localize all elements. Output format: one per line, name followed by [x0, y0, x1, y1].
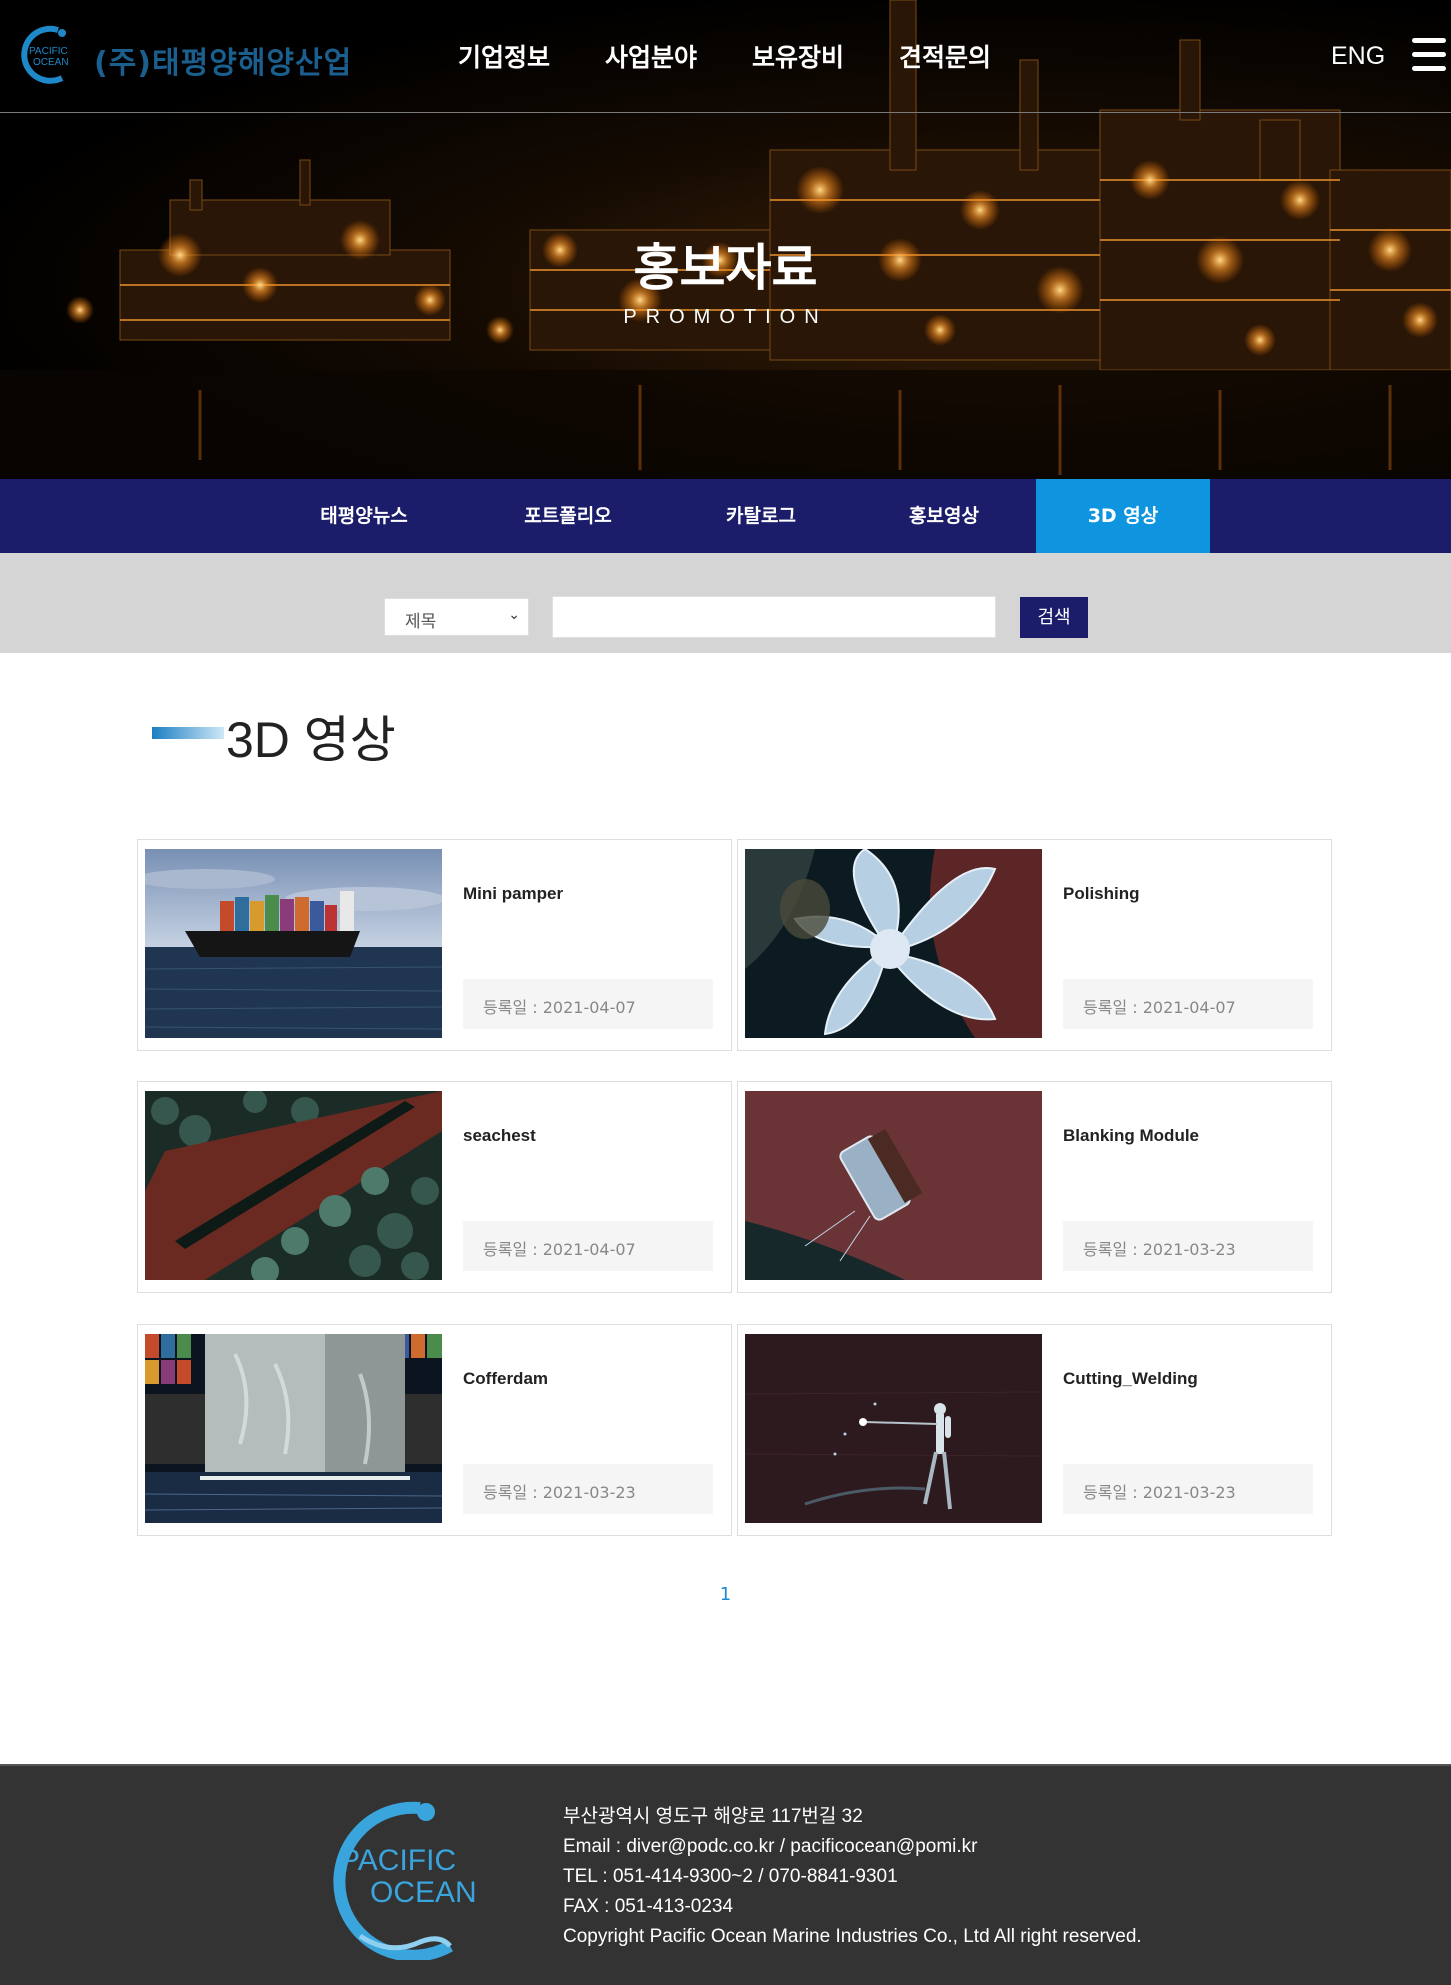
main-nav: 기업정보 사업분야 보유장비 견적문의 [458, 38, 1046, 74]
svg-text:OCEAN: OCEAN [33, 57, 69, 68]
nav-equipment[interactable]: 보유장비 [752, 38, 844, 74]
tab-catalog[interactable]: 카탈로그 [670, 479, 852, 553]
video-title[interactable]: seachest [463, 1126, 536, 1146]
video-card[interactable]: seachest 등록일 : 2021-04-07 [137, 1081, 732, 1293]
svg-text:OCEAN: OCEAN [370, 1876, 477, 1909]
footer-copyright: Copyright Pacific Ocean Marine Industrie… [563, 1926, 1142, 1947]
tab-promo-video[interactable]: 홍보영상 [852, 479, 1036, 553]
logo-text: (주)태평양해양산업 [94, 46, 353, 81]
top-navigation-bar: PACIFIC OCEAN (주)태평양해양산업 기업정보 사업분야 보유장비 … [0, 0, 1451, 113]
search-input[interactable] [552, 596, 996, 638]
video-date: 등록일 : 2021-04-07 [1063, 979, 1313, 1029]
seachest-thumbnail-image [145, 1091, 442, 1280]
cofferdam-thumbnail-image [145, 1334, 442, 1523]
tab-pacific-news[interactable]: 태평양뉴스 [262, 479, 466, 553]
page-link-current[interactable]: 1 [720, 1584, 731, 1605]
footer-tel: TEL : 051-414-9300~2 / 070-8841-9301 [563, 1866, 898, 1887]
hero-banner: PACIFIC OCEAN (주)태평양해양산업 기업정보 사업분야 보유장비 … [0, 0, 1451, 479]
video-title[interactable]: Mini pamper [463, 884, 563, 904]
video-card[interactable]: Blanking Module 등록일 : 2021-03-23 [737, 1081, 1332, 1293]
video-card[interactable]: Polishing 등록일 : 2021-04-07 [737, 839, 1332, 1051]
section-title-accent-bar [152, 727, 224, 739]
video-date: 등록일 : 2021-04-07 [463, 1221, 713, 1271]
language-switch[interactable]: ENG [1331, 42, 1385, 71]
svg-text:PACIFIC: PACIFIC [29, 46, 68, 57]
sub-navigation: 태평양뉴스 포트폴리오 카탈로그 홍보영상 3D 영상 [0, 479, 1451, 553]
video-thumbnail[interactable] [745, 849, 1042, 1038]
footer-pacific-ocean-logo: PACIFIC OCEAN [333, 1801, 477, 1960]
video-date: 등록일 : 2021-03-23 [1063, 1221, 1313, 1271]
nav-business-area[interactable]: 사업분야 [605, 38, 697, 74]
hamburger-menu-icon[interactable] [1412, 38, 1446, 74]
chevron-down-icon: ⌄ [508, 607, 520, 623]
nav-quote-inquiry[interactable]: 견적문의 [899, 38, 991, 74]
video-thumbnail[interactable] [145, 1091, 442, 1280]
video-thumbnail[interactable] [145, 849, 442, 1038]
footer-fax: FAX : 051-413-0234 [563, 1896, 734, 1917]
svg-text:PACIFIC: PACIFIC [340, 1844, 456, 1877]
video-date: 등록일 : 2021-03-23 [1063, 1464, 1313, 1514]
footer-address: 부산광역시 영도구 해양로 117번길 32 [563, 1806, 863, 1827]
section-title: 3D 영상 [226, 712, 396, 768]
video-date: 등록일 : 2021-04-07 [463, 979, 713, 1029]
tab-portfolio[interactable]: 포트폴리오 [466, 479, 670, 553]
propeller-thumbnail-image [745, 849, 1042, 1038]
page-title: 홍보자료 [633, 239, 818, 297]
video-title[interactable]: Blanking Module [1063, 1126, 1199, 1146]
company-logo[interactable]: PACIFIC OCEAN (주)태평양해양산업 [18, 24, 351, 86]
pacific-ocean-logo-icon: PACIFIC OCEAN [21, 25, 69, 84]
video-title[interactable]: Cutting_Welding [1063, 1369, 1198, 1389]
search-field-value: 제목 [405, 612, 437, 632]
video-thumbnail[interactable] [145, 1334, 442, 1523]
blanking-module-thumbnail-image [745, 1091, 1042, 1280]
search-bar: 제목 ⌄ 검색 [0, 553, 1451, 653]
tab-3d-video[interactable]: 3D 영상 [1036, 479, 1210, 553]
video-card[interactable]: Cutting_Welding 등록일 : 2021-03-23 [737, 1324, 1332, 1536]
video-thumbnail[interactable] [745, 1091, 1042, 1280]
search-field-select[interactable]: 제목 ⌄ [384, 598, 529, 636]
footer-email: Email : diver@podc.co.kr / pacificocean@… [563, 1836, 978, 1857]
video-card[interactable]: Mini pamper 등록일 : 2021-04-07 [137, 839, 732, 1051]
cutting-welding-thumbnail-image [745, 1334, 1042, 1523]
pagination: 1 [0, 1584, 1451, 1605]
container-ship-thumbnail-image [145, 849, 442, 1038]
search-button[interactable]: 검색 [1020, 597, 1088, 638]
video-card[interactable]: Cofferdam 등록일 : 2021-03-23 [137, 1324, 732, 1536]
footer-company-info: 부산광역시 영도구 해양로 117번길 32 Email : diver@pod… [563, 1802, 1142, 1952]
footer: PACIFIC OCEAN 부산광역시 영도구 해양로 117번길 32 Ema… [0, 1764, 1451, 1985]
video-thumbnail[interactable] [745, 1334, 1042, 1523]
video-date: 등록일 : 2021-03-23 [463, 1464, 713, 1514]
page-subtitle: PROMOTION [623, 306, 828, 328]
nav-company-info[interactable]: 기업정보 [458, 38, 550, 74]
video-title[interactable]: Cofferdam [463, 1369, 548, 1389]
video-title[interactable]: Polishing [1063, 884, 1140, 904]
